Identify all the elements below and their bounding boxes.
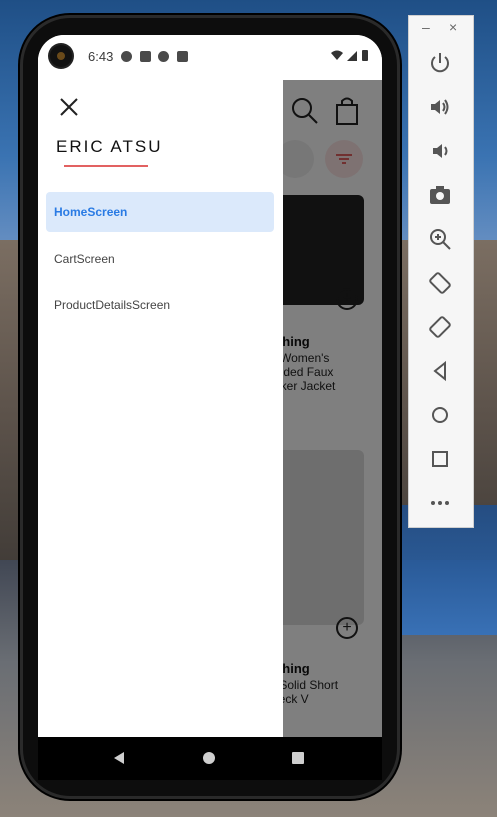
emulator-control-panel: – × xyxy=(408,15,474,528)
panel-title-bar: – × xyxy=(409,16,473,42)
home-icon[interactable] xyxy=(202,751,216,765)
nav-item-homescreen[interactable]: HomeScreen xyxy=(46,192,274,232)
power-icon[interactable] xyxy=(428,51,452,75)
back-icon[interactable] xyxy=(112,751,126,765)
navigation-drawer: ERIC ATSU HomeScreen CartScreen ProductD… xyxy=(38,80,283,737)
status-bar: 6:43 xyxy=(38,35,382,80)
overview-icon[interactable] xyxy=(428,447,452,471)
name-underline xyxy=(64,165,148,167)
back-icon[interactable] xyxy=(428,359,452,383)
rotate-right-icon[interactable] xyxy=(428,315,452,339)
phone-screen: 6:43 + othing e Wo xyxy=(38,35,382,737)
front-camera xyxy=(50,45,72,67)
system-status-icons xyxy=(331,50,368,61)
close-icon[interactable] xyxy=(58,96,80,118)
notification-icon xyxy=(158,51,169,62)
home-icon[interactable] xyxy=(428,403,452,427)
system-nav-bar xyxy=(38,737,382,780)
notification-icon xyxy=(121,51,132,62)
zoom-icon[interactable] xyxy=(428,227,452,251)
close-icon[interactable]: × xyxy=(449,19,457,35)
drawer-nav: HomeScreen CartScreen ProductDetailsScre… xyxy=(46,192,274,332)
more-icon[interactable] xyxy=(428,491,452,515)
volume-up-icon[interactable] xyxy=(428,95,452,119)
status-time: 6:43 xyxy=(88,49,114,64)
rotate-left-icon[interactable] xyxy=(428,271,452,295)
minimize-icon[interactable]: – xyxy=(422,19,430,35)
nav-item-productdetailsscreen[interactable]: ProductDetailsScreen xyxy=(46,285,274,325)
notification-icon xyxy=(140,51,151,62)
user-name: ERIC ATSU xyxy=(56,137,163,156)
sd-card-icon xyxy=(177,51,188,62)
camera-icon[interactable] xyxy=(428,183,452,207)
overview-icon[interactable] xyxy=(291,751,305,765)
volume-down-icon[interactable] xyxy=(428,139,452,163)
nav-item-cartscreen[interactable]: CartScreen xyxy=(46,239,274,279)
